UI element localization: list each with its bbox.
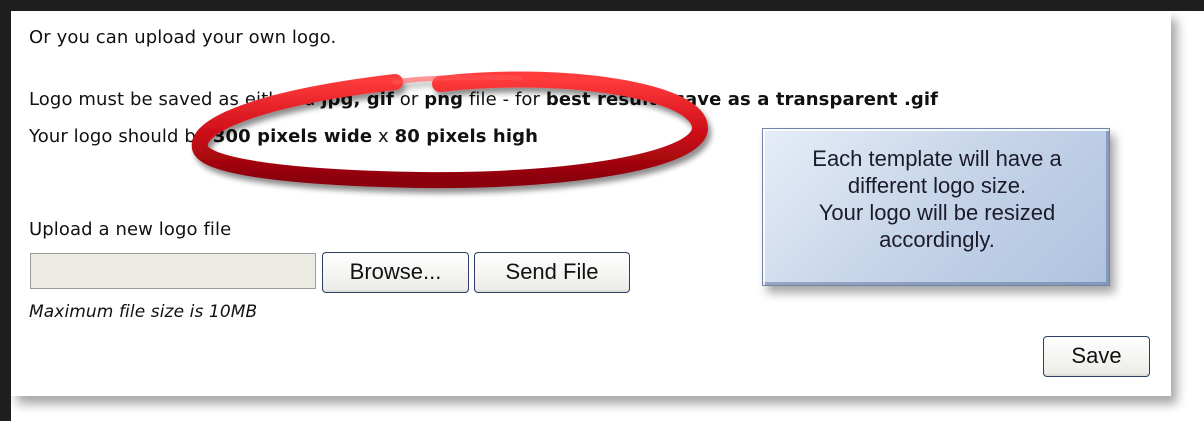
intro-text: Or you can upload your own logo.: [29, 27, 337, 48]
logo-width: 300 pixels wide: [212, 126, 373, 147]
best-results-text: best results save as a transparent .gif: [545, 89, 939, 110]
size-requirement-text: Your logo should be 300 pixels wide x 80…: [29, 126, 539, 147]
send-file-button[interactable]: Send File: [474, 252, 630, 293]
logo-height: 80 pixels high: [394, 126, 539, 147]
format-gif: gif: [360, 89, 394, 110]
browse-button[interactable]: Browse...: [322, 252, 469, 293]
frame-left-border: [0, 0, 11, 421]
screenshot-frame: Or you can upload your own logo. Logo mu…: [0, 0, 1204, 421]
save-button[interactable]: Save: [1043, 336, 1150, 377]
format-jpg: jpg,: [321, 89, 361, 110]
callout-text: Each template will have a different logo…: [812, 146, 1062, 252]
frame-top-border: [0, 0, 1204, 11]
format-requirement-text: Logo must be saved as either a jpg, gif …: [29, 89, 939, 110]
upload-label: Upload a new logo file: [29, 219, 232, 240]
format-png: png: [424, 89, 464, 110]
max-file-size-note: Maximum file size is 10MB: [29, 302, 258, 322]
file-path-input[interactable]: [30, 253, 316, 289]
logo-size-callout: Each template will have a different logo…: [762, 128, 1110, 286]
